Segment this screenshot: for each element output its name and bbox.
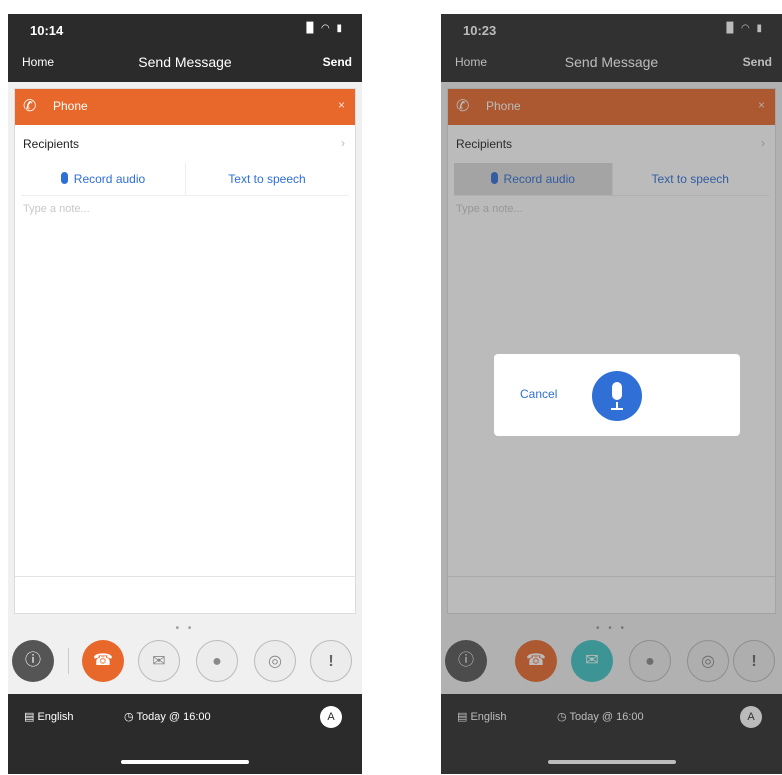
record-audio-label: Record audio: [73, 172, 146, 186]
phone-channel-button[interactable]: ☎: [82, 640, 124, 682]
chevron-right-icon: ›: [341, 136, 345, 150]
bottom-bar: ▤ English ◷ Today @ 16:00 A: [8, 694, 362, 774]
status-bar: 10:14 ▉ ◠ ▮: [8, 14, 362, 46]
nav-bar: Home Send Message Send: [8, 46, 362, 82]
page-title: Send Message: [138, 54, 232, 70]
info-icon[interactable]: ⓘ: [12, 640, 54, 682]
email-channel-button[interactable]: ✉: [138, 640, 180, 682]
text-to-speech-label: Text to speech: [228, 172, 306, 186]
microphone-icon: [60, 172, 68, 184]
recipients-row[interactable]: Recipients ›: [15, 131, 355, 159]
cancel-button[interactable]: Cancel: [520, 387, 557, 401]
status-time: 10:14: [30, 23, 64, 38]
channel-label: Phone: [53, 99, 88, 113]
microphone-record-button[interactable]: [592, 371, 642, 421]
channel-phone-header[interactable]: ✆ Phone ×: [15, 89, 355, 125]
signal-wifi-battery-icon: ▉ ◠ ▮: [306, 23, 344, 34]
phone-screen-left: 10:14 ▉ ◠ ▮ Home Send Message Send ✆ Pho…: [8, 14, 362, 774]
recipients-label: Recipients: [23, 137, 80, 151]
divider: [68, 648, 69, 674]
mode-switch: Record audio Text to speech: [21, 163, 349, 196]
schedule-selector[interactable]: ◷ Today @ 16:00: [124, 710, 211, 723]
phone-icon: ✆: [23, 98, 37, 115]
home-indicator: [121, 760, 249, 764]
page-indicator: • •: [175, 623, 195, 634]
text-to-speech-button[interactable]: Text to speech: [185, 163, 349, 195]
chat-channel-button[interactable]: ●: [196, 640, 238, 682]
language-label: English: [37, 711, 74, 723]
schedule-label: Today @ 16:00: [136, 711, 211, 723]
channel-tray: ⓘ ☎ ✉ ● ◎ !: [8, 640, 362, 686]
alert-channel-button[interactable]: !: [310, 640, 352, 682]
message-card: ✆ Phone × Recipients › Record audio Text…: [14, 88, 356, 614]
record-audio-button[interactable]: Record audio: [21, 163, 186, 195]
avatar[interactable]: A: [320, 706, 342, 728]
divider: [15, 576, 355, 577]
record-dialog: Cancel: [494, 354, 740, 436]
phone-screen-right: 10:23 ▉ ◠ ▮ Home Send Message Send ✆ Pho…: [441, 14, 782, 774]
close-icon[interactable]: ×: [338, 98, 345, 112]
language-selector[interactable]: ▤ English: [24, 710, 74, 723]
microphone-base: [611, 408, 623, 410]
web-channel-button[interactable]: ◎: [254, 640, 296, 682]
send-button[interactable]: Send: [323, 55, 352, 69]
microphone-icon: [612, 382, 622, 400]
message-input[interactable]: Type a note...: [23, 203, 90, 215]
